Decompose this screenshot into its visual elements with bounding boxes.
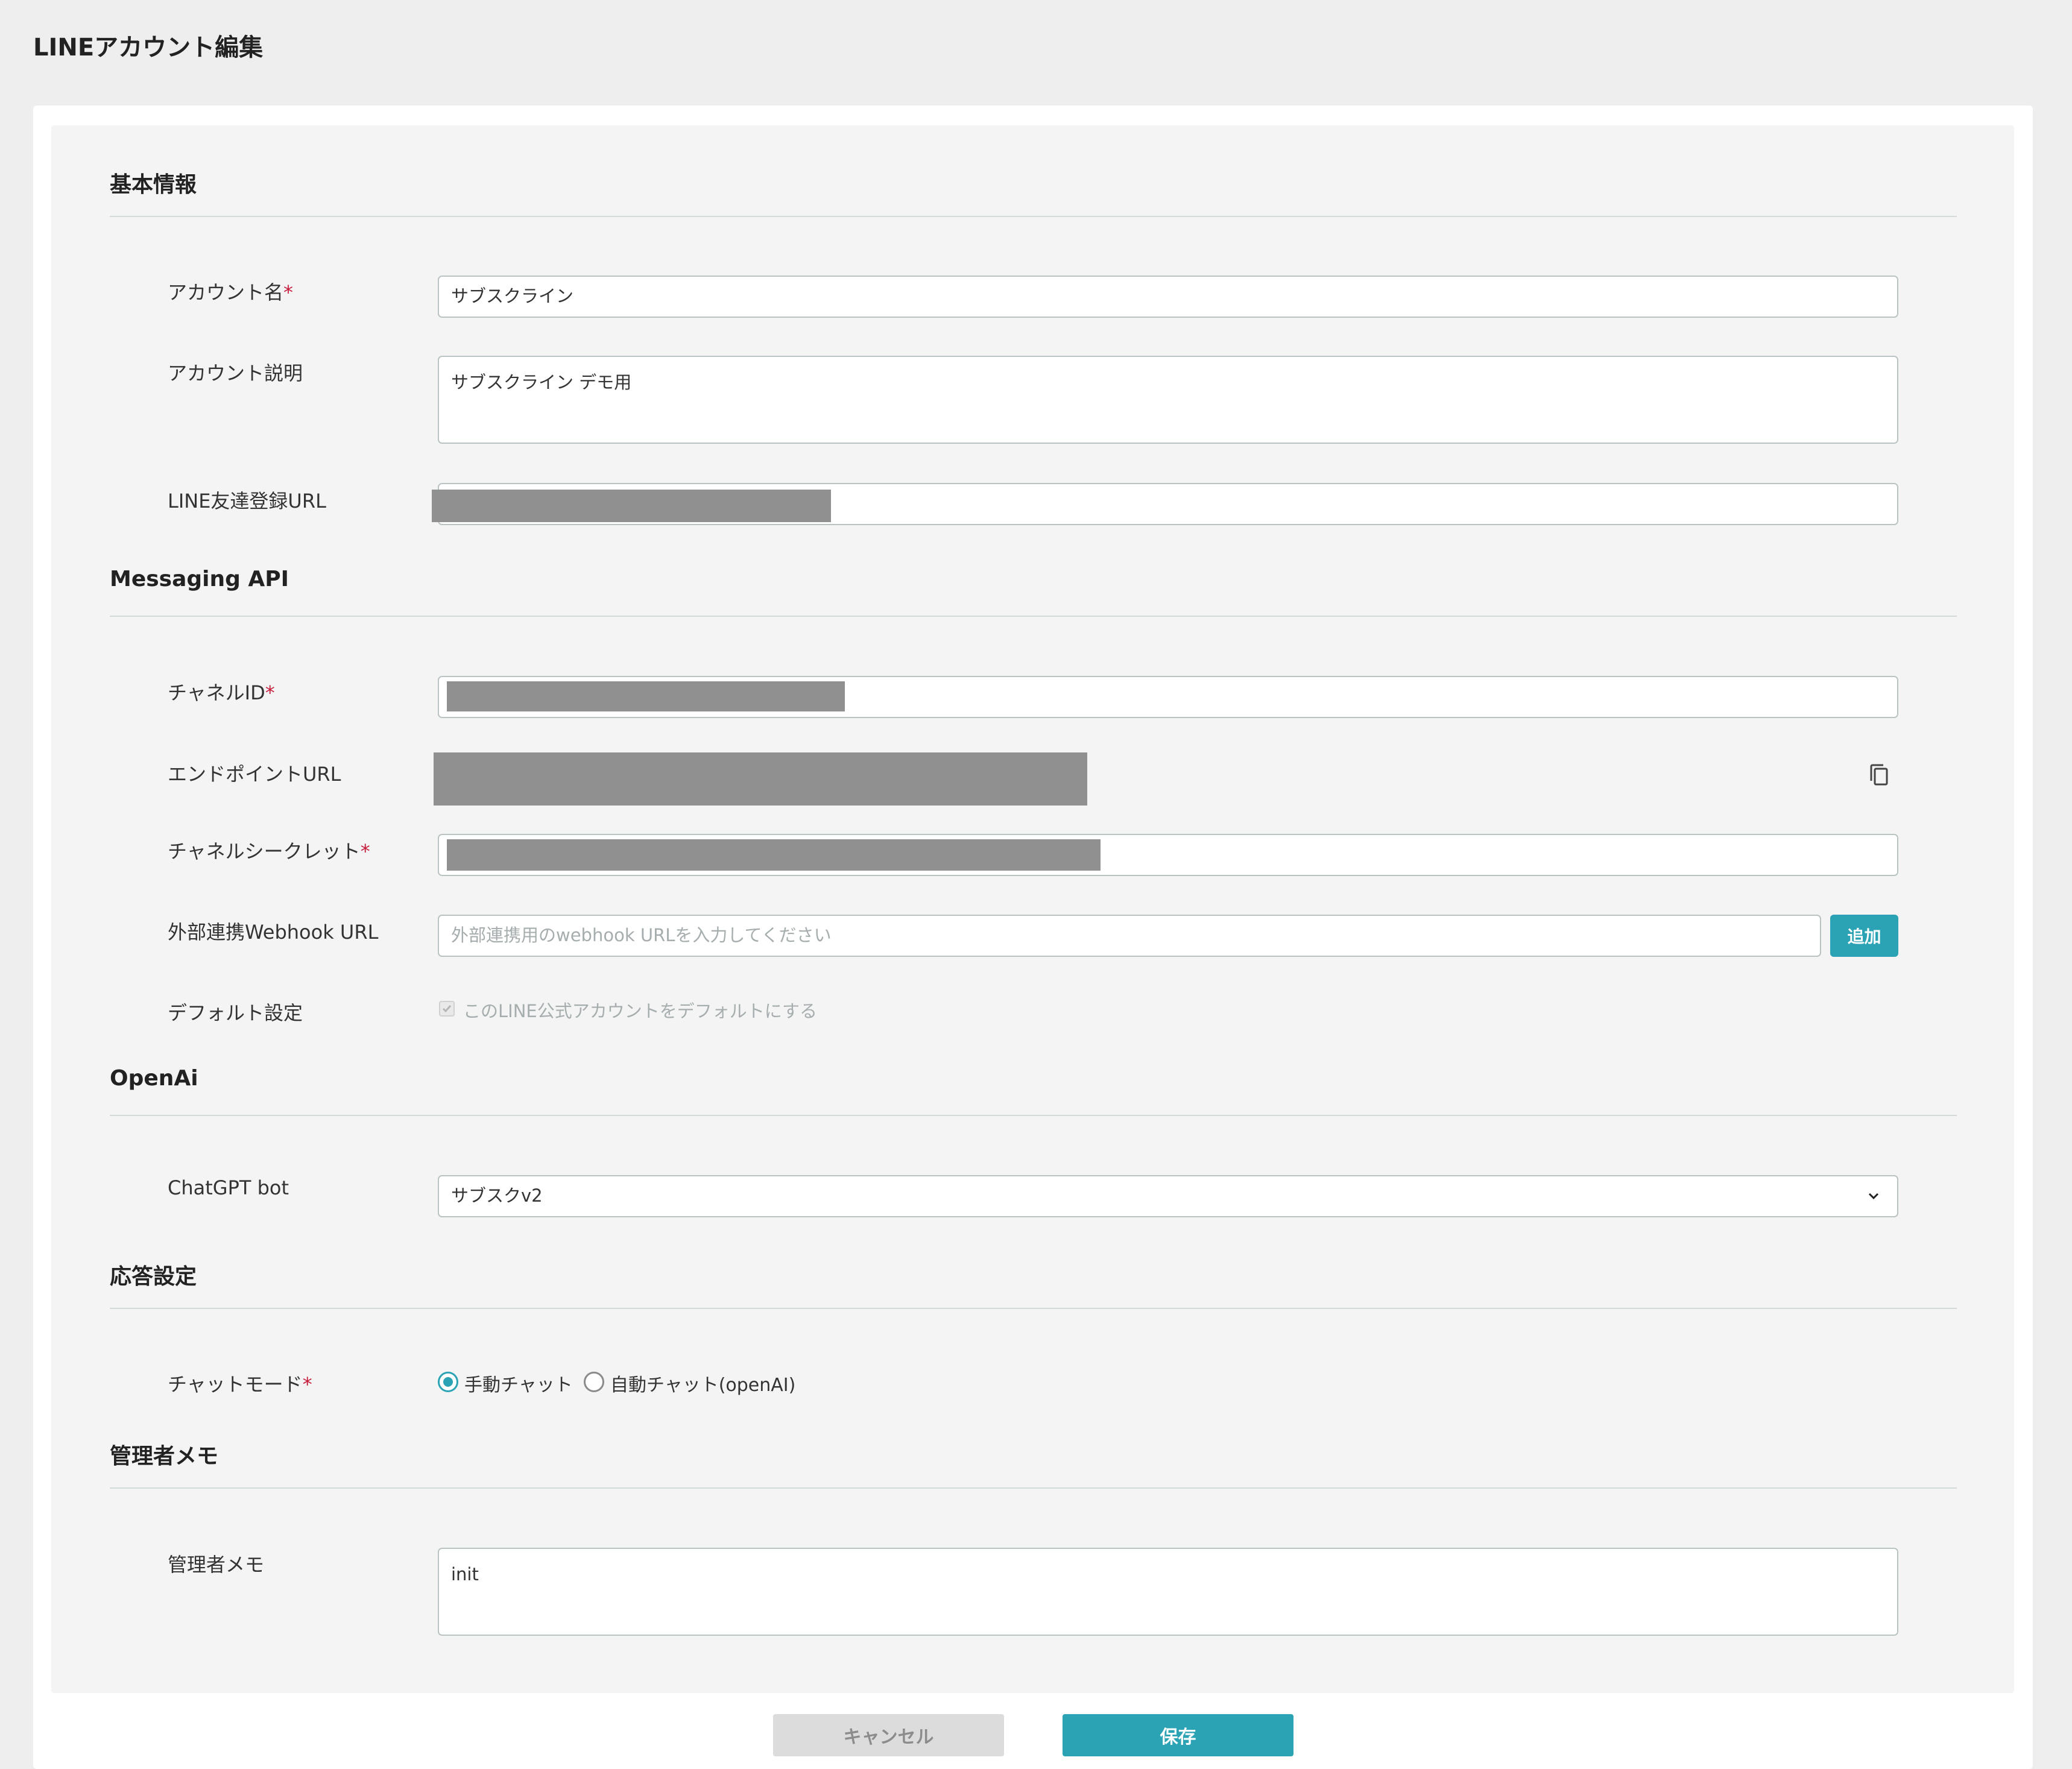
account-name-input[interactable]: サブスクライン (438, 276, 1898, 318)
manual-chat-radio[interactable] (438, 1372, 458, 1392)
copy-icon[interactable] (1867, 762, 1891, 789)
default-setting-label: デフォルト設定 (168, 1001, 303, 1024)
account-desc-textarea[interactable]: サブスクライン デモ用 (438, 356, 1898, 444)
channel-secret-label: チャネルシークレット* (168, 840, 370, 863)
required-mark: * (283, 281, 294, 304)
auto-chat-label[interactable]: 自動チャット(openAI) (610, 1370, 795, 1396)
section-divider (110, 1115, 1957, 1116)
auto-chat-radio[interactable] (584, 1372, 604, 1392)
section-title-basic: 基本情報 (110, 172, 197, 197)
required-mark: * (265, 681, 275, 704)
required-mark: * (360, 840, 370, 863)
section-title-response: 応答設定 (110, 1264, 197, 1289)
chatgpt-bot-select[interactable]: サブスクv2 (438, 1175, 1898, 1217)
webhook-url-placeholder: 外部連携用のwebhook URLを入力してください (451, 925, 832, 945)
section-divider (110, 216, 1957, 217)
chat-mode-label: チャットモード* (168, 1373, 312, 1396)
admin-memo-textarea[interactable]: init (438, 1548, 1898, 1636)
admin-memo-label: 管理者メモ (168, 1553, 265, 1576)
manual-chat-label[interactable]: 手動チャット (464, 1370, 573, 1396)
redacted-friend-url (432, 490, 831, 522)
section-title-openai: OpenAi (110, 1066, 198, 1091)
section-divider (110, 616, 1957, 617)
page-title: LINEアカウント編集 (33, 34, 264, 61)
account-name-label: アカウント名* (168, 281, 294, 304)
required-mark: * (302, 1373, 312, 1396)
redacted-channel-id (447, 681, 845, 711)
webhook-url-input[interactable]: 外部連携用のwebhook URLを入力してください (438, 915, 1821, 957)
account-desc-label: アカウント説明 (168, 362, 303, 385)
chatgpt-bot-label: ChatGPT bot (168, 1176, 289, 1199)
chatgpt-bot-selected-value: サブスクv2 (451, 1185, 543, 1206)
default-account-checkbox-label: このLINE公式アカウントをデフォルトにする (463, 1001, 818, 1021)
redacted-endpoint-url (434, 752, 1087, 806)
section-title-messaging: Messaging API (110, 567, 289, 591)
channel-id-label: チャネルID* (168, 681, 275, 704)
section-divider (110, 1487, 1957, 1489)
webhook-url-label: 外部連携Webhook URL (168, 921, 379, 944)
friend-url-label: LINE友達登録URL (168, 490, 326, 512)
check-icon (442, 1005, 452, 1013)
section-divider (110, 1308, 1957, 1309)
redacted-channel-secret (447, 839, 1101, 871)
add-webhook-button[interactable]: 追加 (1830, 915, 1898, 957)
cancel-button[interactable]: キャンセル (773, 1714, 1004, 1756)
default-account-checkbox[interactable] (439, 1001, 455, 1017)
endpoint-url-label: エンドポイントURL (168, 763, 341, 786)
save-button[interactable]: 保存 (1063, 1714, 1293, 1756)
chevron-down-icon (1868, 1193, 1879, 1200)
section-title-memo: 管理者メモ (110, 1444, 219, 1469)
